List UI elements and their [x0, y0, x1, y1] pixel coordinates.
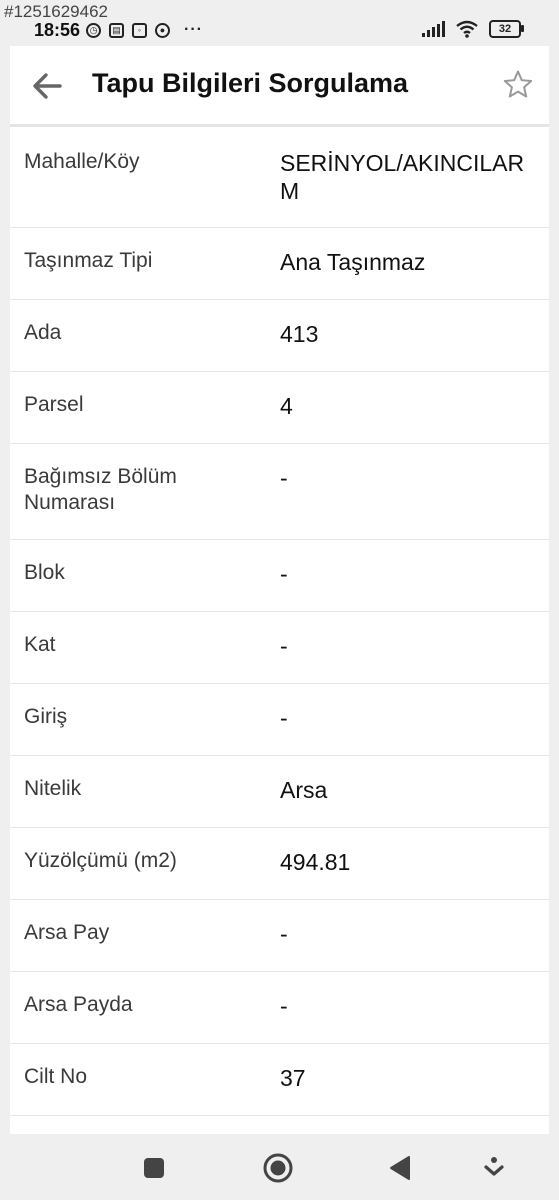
detail-row-parsel: Parsel 4: [10, 372, 549, 444]
detail-row-arsa-pay: Arsa Pay -: [10, 900, 549, 972]
battery-icon: 32: [489, 20, 524, 38]
detail-label: Ada: [24, 321, 62, 344]
arrow-left-icon: [33, 73, 62, 99]
back-nav-button[interactable]: [384, 1152, 416, 1184]
chevron-down-dot-icon: [484, 1157, 504, 1176]
home-circle-icon: [263, 1153, 293, 1183]
detail-value: -: [280, 921, 288, 947]
detail-row-blok: Blok -: [10, 540, 549, 612]
system-navigation-bar: [0, 1134, 559, 1200]
recent-apps-button[interactable]: [138, 1152, 170, 1184]
detail-value: Ana Taşınmaz: [280, 249, 426, 275]
instagram-icon: ◦: [132, 22, 147, 38]
detail-value: SERİNYOL/AKINCILARM: [280, 150, 525, 204]
listing-id-watermark: #1251629462: [4, 2, 109, 21]
detail-value: -: [280, 633, 288, 659]
detail-label: Taşınmaz Tipi: [24, 249, 153, 272]
detail-row-nitelik: Nitelik Arsa: [10, 756, 549, 828]
detail-row-yuzolcumu: Yüzölçümü (m2) 494.81: [10, 828, 549, 900]
detail-row-mahalle: Mahalle/Köy SERİNYOL/AKINCILARM: [10, 127, 549, 228]
detail-value: 413: [280, 321, 319, 347]
detail-row-giris: Giriş -: [10, 684, 549, 756]
alarm-icon: ◷: [86, 22, 101, 38]
property-details-list: Mahalle/Köy SERİNYOL/AKINCILARM Taşınmaz…: [10, 127, 549, 1138]
detail-value: -: [280, 993, 288, 1019]
gesture-hint-button[interactable]: [478, 1152, 510, 1184]
status-time: 18:56: [34, 20, 81, 40]
detail-row-tasinmaz-tipi: Taşınmaz Tipi Ana Taşınmaz: [10, 228, 549, 300]
triangle-back-icon: [390, 1156, 410, 1180]
home-button[interactable]: [262, 1152, 294, 1184]
star-icon: [503, 70, 533, 98]
detail-label: Yüzölçümü (m2): [24, 849, 177, 872]
detail-value: 4: [280, 393, 293, 419]
page-title: Tapu Bilgileri Sorgulama: [92, 68, 409, 98]
detail-label: Nitelik: [24, 777, 82, 800]
detail-row-ada: Ada 413: [10, 300, 549, 372]
wifi-icon: [456, 20, 478, 38]
detail-label: Kat: [24, 633, 56, 656]
more-notifications-icon: ···: [184, 21, 203, 38]
soccer-ball-icon: ●: [155, 22, 170, 38]
back-button[interactable]: [28, 68, 68, 104]
detail-label: Cilt No: [24, 1065, 88, 1088]
detail-label: Parsel: [24, 393, 84, 416]
detail-label: Giriş: [24, 705, 68, 728]
detail-row-cilt-no: Cilt No 37: [10, 1044, 549, 1116]
favorite-button[interactable]: [501, 68, 535, 102]
detail-row-bagimsiz-bolum: Bağımsız Bölüm Numarası -: [10, 444, 549, 540]
detail-value: -: [280, 561, 288, 587]
square-icon: [144, 1158, 164, 1178]
detail-label: Arsa Pay: [24, 921, 110, 944]
detail-label: Bağımsız Bölüm Numarası: [24, 465, 177, 514]
detail-value: 37: [280, 1065, 306, 1091]
detail-value: Arsa: [280, 777, 328, 803]
app-bar: Tapu Bilgileri Sorgulama: [10, 46, 549, 127]
detail-row-kat: Kat -: [10, 612, 549, 684]
status-system-icons: 32: [422, 20, 524, 38]
calendar-icon: ▤: [109, 22, 124, 38]
detail-row-arsa-payda: Arsa Payda -: [10, 972, 549, 1044]
detail-value: -: [280, 465, 288, 491]
detail-value: -: [280, 705, 288, 731]
signal-icon: [422, 21, 445, 37]
detail-value: 494.81: [280, 849, 351, 875]
detail-label: Mahalle/Köy: [24, 150, 140, 173]
status-notification-icons: ◷ ▤ ◦ ● ···: [86, 21, 203, 39]
detail-label: Arsa Payda: [24, 993, 133, 1016]
detail-label: Blok: [24, 561, 65, 584]
